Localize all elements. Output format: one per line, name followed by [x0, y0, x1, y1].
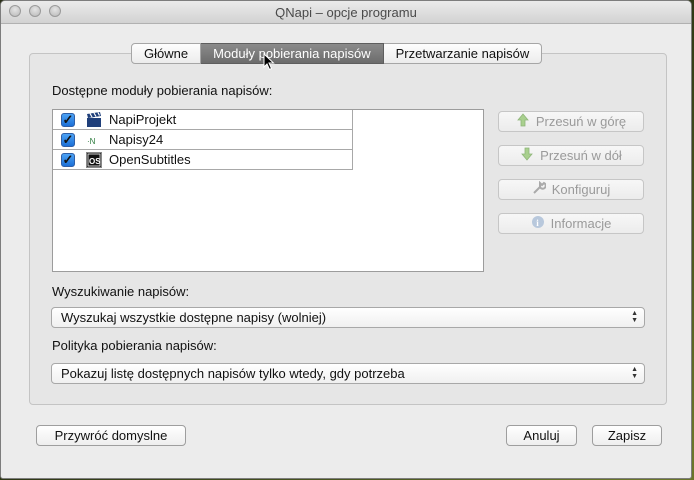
module-label: NapiProjekt [109, 112, 177, 127]
search-label: Wyszukiwanie napisów: [52, 284, 190, 299]
list-item[interactable]: ✓ NapiProjekt [53, 110, 353, 130]
window-title: QNapi – opcje programu [275, 5, 417, 20]
download-policy-select[interactable]: Pokazuj listę dostępnych napisów tylko w… [51, 363, 645, 384]
tab-download-modules[interactable]: Moduły pobierania napisów [201, 43, 384, 64]
arrow-down-icon [520, 147, 534, 166]
info-label: Informacje [550, 216, 612, 231]
checkbox-napiprojekt[interactable]: ✓ [61, 113, 75, 127]
configure-button[interactable]: Konfiguruj [498, 179, 644, 200]
napisy24-icon: ·N [87, 137, 96, 146]
info-icon: i [531, 215, 545, 234]
configure-label: Konfiguruj [551, 182, 611, 197]
list-item[interactable]: ✓ OS OpenSubtitles [53, 150, 353, 170]
move-down-label: Przesuń w dół [540, 148, 622, 163]
tab-general[interactable]: Główne [131, 43, 202, 64]
modules-list[interactable]: ✓ NapiProjekt ✓ ·N Napisy24 ✓ OS OpenSub… [52, 109, 484, 272]
module-label: Napisy24 [109, 132, 164, 147]
download-policy-value: Pokazuj listę dostępnych napisów tylko w… [61, 366, 405, 381]
arrow-up-icon [516, 113, 530, 132]
modules-heading: Dostępne moduły pobierania napisów: [52, 83, 273, 98]
move-down-button[interactable]: Przesuń w dół [498, 145, 644, 166]
module-label: OpenSubtitles [109, 152, 191, 167]
save-button[interactable]: Zapisz [592, 425, 662, 446]
search-mode-value: Wyszukaj wszystkie dostępne napisy (woln… [61, 310, 327, 325]
svg-text:·N: ·N [87, 137, 96, 146]
info-button[interactable]: i Informacje [498, 213, 644, 234]
updown-arrows-icon: ▲ ▼ [631, 310, 638, 324]
checkbox-opensubtitles[interactable]: ✓ [61, 153, 75, 167]
search-mode-select[interactable]: Wyszukaj wszystkie dostępne napisy (woln… [51, 307, 645, 328]
move-up-button[interactable]: Przesuń w górę [498, 111, 644, 132]
cancel-button[interactable]: Anuluj [506, 425, 577, 446]
policy-label: Polityka pobierania napisów: [52, 338, 217, 353]
clapperboard-icon [87, 112, 101, 127]
mouse-cursor-icon [263, 53, 275, 71]
restore-defaults-button[interactable]: Przywróć domyslne [36, 425, 186, 446]
preferences-window: QNapi – opcje programu Główne Moduły pob… [0, 0, 692, 479]
opensubtitles-icon: OS [86, 152, 102, 168]
list-item[interactable]: ✓ ·N Napisy24 [53, 130, 353, 150]
tab-bar: Główne Moduły pobierania napisów Przetwa… [131, 43, 543, 64]
move-up-label: Przesuń w górę [535, 114, 627, 129]
updown-arrows-icon: ▲ ▼ [631, 366, 638, 380]
checkbox-napisy24[interactable]: ✓ [61, 133, 75, 147]
title-bar: QNapi – opcje programu [1, 1, 691, 24]
tab-subtitle-processing[interactable]: Przetwarzanie napisów [383, 43, 543, 64]
svg-text:OS: OS [89, 157, 101, 166]
wrench-icon [532, 180, 547, 200]
